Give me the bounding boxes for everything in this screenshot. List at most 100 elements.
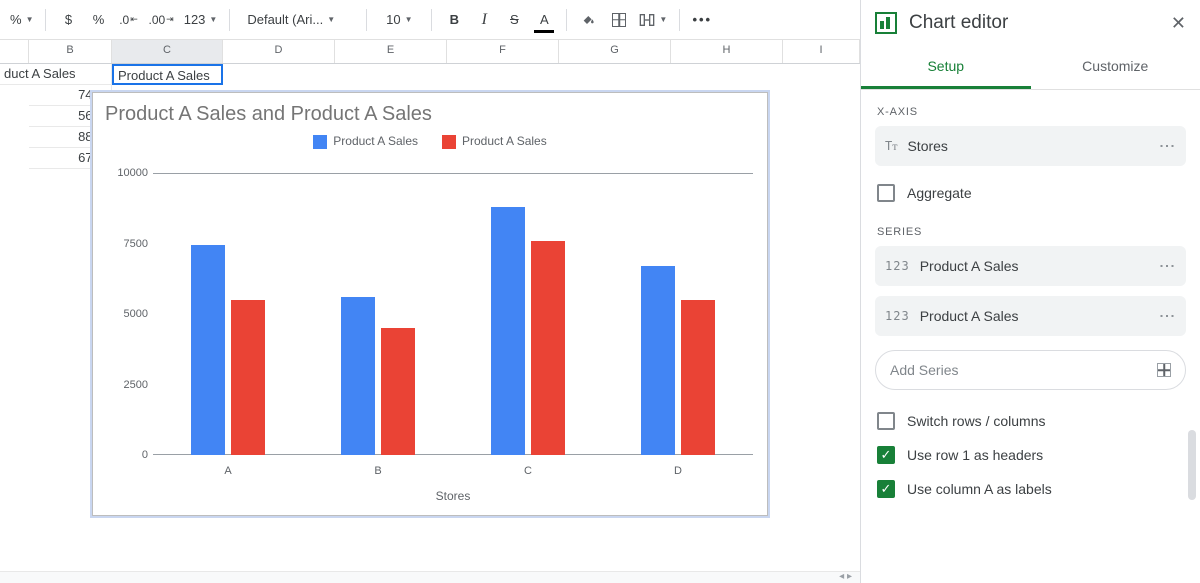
row1-label: Use row 1 as headers bbox=[907, 447, 1043, 463]
colA-label: Use column A as labels bbox=[907, 481, 1052, 497]
x-tick-label: C bbox=[524, 465, 532, 477]
cell-B-header[interactable]: duct A Sales bbox=[0, 64, 112, 85]
col-header-H[interactable]: H bbox=[671, 40, 783, 63]
tab-setup[interactable]: Setup bbox=[861, 46, 1031, 89]
panel-tabs: Setup Customize bbox=[861, 46, 1200, 90]
chart-title: Product A Sales and Product A Sales bbox=[93, 93, 767, 130]
spreadsheet-area: B C D E F G H I duct A Sales Product A S… bbox=[0, 40, 860, 583]
y-tick-label: 0 bbox=[103, 449, 148, 461]
sheet-scroll-arrows[interactable]: ◂ ▸ bbox=[839, 571, 852, 582]
legend-item-1: Product A Sales bbox=[313, 134, 418, 149]
chip-menu-icon[interactable]: ⋮ bbox=[1157, 258, 1176, 275]
chart-embedded[interactable]: Product A Sales and Product A Sales Prod… bbox=[92, 92, 768, 516]
y-tick-label: 10000 bbox=[103, 167, 148, 179]
series-chip-2[interactable]: 123 Product A Sales ⋮ bbox=[875, 296, 1186, 336]
column-headers: B C D E F G H I bbox=[0, 40, 860, 64]
col-header-B[interactable]: B bbox=[29, 40, 112, 63]
xaxis-value: Stores bbox=[907, 138, 947, 154]
merge-button[interactable] bbox=[635, 6, 671, 34]
xaxis-chip[interactable]: Tᴛ Stores ⋮ bbox=[875, 126, 1186, 166]
chart-bar bbox=[381, 328, 415, 455]
switch-checkbox[interactable] bbox=[877, 412, 895, 430]
range-picker-icon bbox=[1157, 363, 1171, 377]
percent-button[interactable]: % bbox=[84, 6, 112, 34]
cell-C-header-selected[interactable]: Product A Sales bbox=[112, 64, 223, 85]
separator bbox=[45, 9, 46, 31]
legend-swatch-red bbox=[442, 135, 456, 149]
panel-scrollbar[interactable] bbox=[1188, 430, 1198, 573]
italic-button[interactable]: I bbox=[470, 6, 498, 34]
chip-menu-icon[interactable]: ⋮ bbox=[1157, 138, 1176, 155]
number-type-icon: 123 bbox=[885, 309, 910, 323]
merge-icon bbox=[639, 13, 655, 27]
chart-legend: Product A Sales Product A Sales bbox=[93, 130, 767, 157]
col-header-D[interactable]: D bbox=[223, 40, 335, 63]
switch-label: Switch rows / columns bbox=[907, 413, 1045, 429]
chart-bar bbox=[341, 297, 375, 455]
strikethrough-button[interactable]: S bbox=[500, 6, 528, 34]
paint-bucket-icon bbox=[581, 12, 597, 28]
y-tick-label: 2500 bbox=[103, 379, 148, 391]
aggregate-label: Aggregate bbox=[907, 185, 972, 201]
chart-top-gridline bbox=[153, 173, 753, 174]
series-section-label: SERIES bbox=[861, 210, 1200, 246]
col-header-G[interactable]: G bbox=[559, 40, 671, 63]
chart-x-axis-title: Stores bbox=[153, 489, 753, 503]
close-panel-button[interactable]: ✕ bbox=[1171, 13, 1186, 34]
chart-bar bbox=[191, 245, 225, 455]
x-tick-label: A bbox=[224, 465, 231, 477]
switch-rows-cols-row[interactable]: Switch rows / columns bbox=[861, 404, 1200, 438]
row-header-gutter bbox=[0, 40, 29, 63]
text-color-button[interactable]: A bbox=[530, 6, 558, 34]
col-header-I[interactable]: I bbox=[783, 40, 860, 63]
percent-label: % bbox=[10, 12, 22, 27]
fill-color-button[interactable] bbox=[575, 6, 603, 34]
currency-button[interactable]: $ bbox=[54, 6, 82, 34]
number-format-button[interactable]: 123 bbox=[180, 6, 222, 34]
borders-icon bbox=[612, 13, 626, 27]
use-row1-row[interactable]: ✓ Use row 1 as headers bbox=[861, 438, 1200, 472]
use-colA-row[interactable]: ✓ Use column A as labels bbox=[861, 472, 1200, 506]
y-tick-label: 7500 bbox=[103, 238, 148, 250]
bold-button[interactable]: B bbox=[440, 6, 468, 34]
x-tick-label: B bbox=[374, 465, 381, 477]
aggregate-row[interactable]: Aggregate bbox=[861, 176, 1200, 210]
separator bbox=[431, 9, 432, 31]
col-header-F[interactable]: F bbox=[447, 40, 559, 63]
separator bbox=[566, 9, 567, 31]
colA-checkbox[interactable]: ✓ bbox=[877, 480, 895, 498]
tab-customize[interactable]: Customize bbox=[1031, 46, 1200, 89]
aggregate-checkbox[interactable] bbox=[877, 184, 895, 202]
number-type-icon: 123 bbox=[885, 259, 910, 273]
chart-bar bbox=[641, 266, 675, 455]
font-picker[interactable]: Default (Ari... bbox=[238, 7, 358, 33]
chart-bar bbox=[491, 207, 525, 455]
chart-editor-panel: Chart editor ✕ Setup Customize X-AXIS Tᴛ… bbox=[860, 0, 1200, 583]
sheet-tab-scroller: ◂ ▸ bbox=[0, 571, 860, 583]
col-header-E[interactable]: E bbox=[335, 40, 447, 63]
chart-editor-icon bbox=[875, 12, 897, 34]
chart-bar bbox=[531, 241, 565, 455]
y-tick-label: 5000 bbox=[103, 308, 148, 320]
separator bbox=[679, 9, 680, 31]
decrease-decimal-button[interactable]: .0⇤ bbox=[114, 6, 142, 34]
panel-title: Chart editor bbox=[909, 12, 1008, 34]
add-series-label: Add Series bbox=[890, 362, 958, 378]
legend-item-2: Product A Sales bbox=[442, 134, 547, 149]
more-tools-button[interactable]: ••• bbox=[688, 6, 716, 34]
series-1-label: Product A Sales bbox=[920, 258, 1019, 274]
chip-menu-icon[interactable]: ⋮ bbox=[1157, 308, 1176, 325]
borders-button[interactable] bbox=[605, 6, 633, 34]
increase-decimal-button[interactable]: .00⇥ bbox=[144, 6, 177, 34]
separator bbox=[366, 9, 367, 31]
chart-bar bbox=[681, 300, 715, 455]
row1-checkbox[interactable]: ✓ bbox=[877, 446, 895, 464]
format-percent-dropdown[interactable]: % bbox=[6, 6, 37, 34]
series-chip-1[interactable]: 123 Product A Sales ⋮ bbox=[875, 246, 1186, 286]
legend-swatch-blue bbox=[313, 135, 327, 149]
add-series-button[interactable]: Add Series bbox=[875, 350, 1186, 390]
font-size-picker[interactable]: 10 bbox=[375, 7, 423, 33]
col-header-C[interactable]: C bbox=[112, 40, 223, 63]
x-tick-label: D bbox=[674, 465, 682, 477]
chart-plot-area: Stores 025005000750010000ABCD bbox=[153, 173, 753, 455]
